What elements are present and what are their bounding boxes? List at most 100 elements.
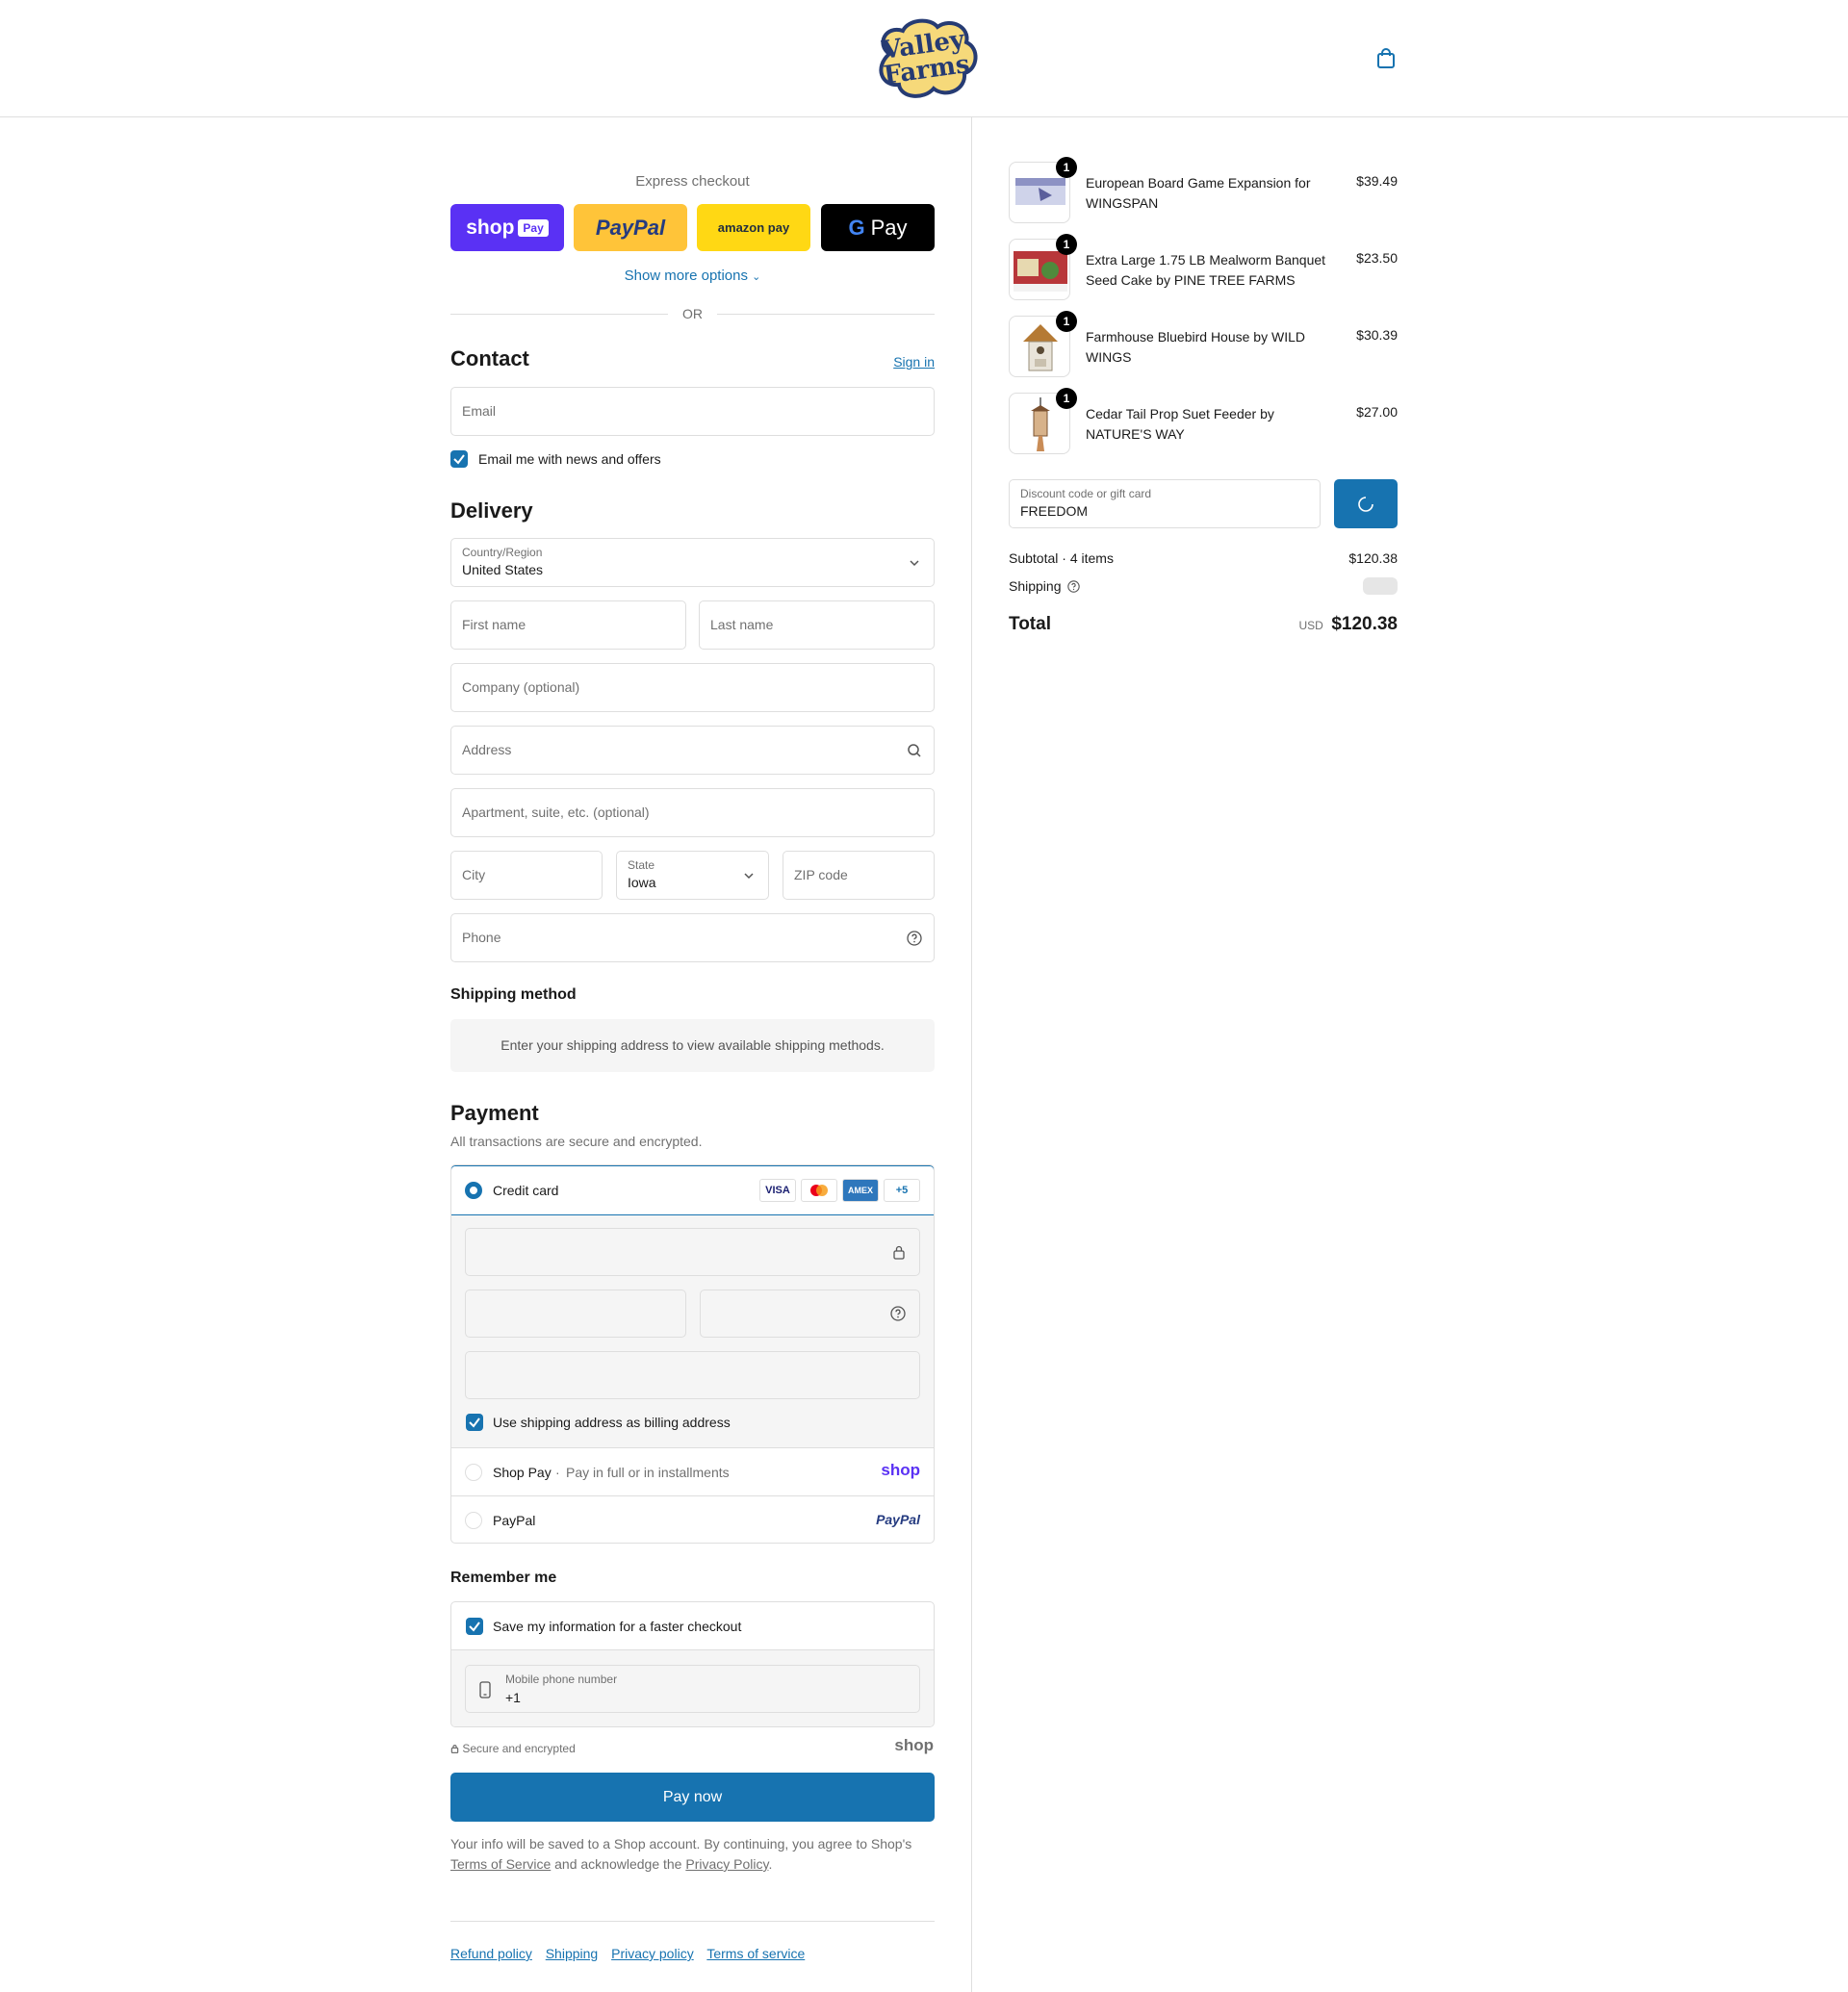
phone-field[interactable]: Phone — [450, 913, 935, 962]
shop-pay-button[interactable]: shop Pay — [450, 204, 564, 251]
mobile-phone-value: +1 — [505, 1690, 521, 1705]
item-price: $23.50 — [1356, 250, 1398, 266]
shopping-bag-icon[interactable] — [1376, 48, 1396, 69]
total-value: $120.38 — [1331, 614, 1398, 634]
security-code-field[interactable] — [700, 1290, 920, 1338]
column-divider — [971, 117, 972, 1992]
shop-pay-label: Shop Pay — [493, 1465, 552, 1480]
quantity-badge: 1 — [1056, 157, 1077, 178]
remember-me-box: Save my information for a faster checkou… — [450, 1601, 935, 1727]
discount-code-field[interactable]: Discount code or gift card FREEDOM — [1009, 479, 1321, 528]
shop-logo: shop — [881, 1461, 920, 1479]
search-icon — [908, 744, 921, 757]
shipping-method-note: Enter your shipping address to view avai… — [450, 1019, 935, 1072]
credit-card-option[interactable]: Credit card VISA AMEX +5 — [451, 1165, 934, 1215]
privacy-policy-link[interactable]: Privacy policy — [611, 1946, 694, 1961]
header: Valley Farms — [0, 0, 1848, 117]
loading-spinner-icon — [1358, 497, 1373, 512]
newsletter-checkbox[interactable] — [450, 450, 468, 468]
paypal-logo: PayPal — [876, 1512, 920, 1527]
credit-card-radio[interactable] — [465, 1182, 482, 1199]
order-item: 1 Cedar Tail Prop Suet Feeder by NATURE'… — [1009, 388, 1398, 454]
paypal-label: PayPal — [493, 1513, 536, 1528]
city-field[interactable]: City — [450, 851, 603, 900]
apply-discount-button[interactable] — [1334, 479, 1398, 528]
show-more-options-link[interactable]: Show more options ⌄ — [450, 268, 935, 284]
discount-code-label: Discount code or gift card — [1020, 487, 1152, 500]
paypal-radio[interactable] — [465, 1512, 482, 1529]
city-placeholder: City — [462, 867, 486, 882]
footer-links: Refund policy Shipping Privacy policy Te… — [450, 1946, 805, 1961]
shop-pay-logo: shop — [466, 216, 515, 239]
shop-pay-option[interactable]: Shop Pay · Pay in full or in installment… — [451, 1448, 934, 1496]
show-more-label: Show more options — [624, 268, 748, 284]
first-name-placeholder: First name — [462, 617, 526, 632]
country-select[interactable]: Country/Region United States — [450, 538, 935, 587]
shop-footer-logo: shop — [894, 1736, 934, 1754]
card-number-field[interactable] — [465, 1228, 920, 1276]
shop-pay-radio[interactable] — [465, 1464, 482, 1481]
delivery-heading: Delivery — [450, 498, 533, 523]
amazon-pay-button[interactable]: amazon pay — [697, 204, 810, 251]
save-info-row[interactable]: Save my information for a faster checkou… — [451, 1602, 934, 1650]
chevron-down-icon — [744, 873, 754, 880]
store-logo[interactable]: Valley Farms — [870, 15, 980, 100]
google-pay-button[interactable]: G Pay — [821, 204, 935, 251]
subtotal-label: Subtotal · 4 items — [1009, 550, 1114, 566]
mastercard-circles-icon — [810, 1185, 828, 1196]
paypal-button[interactable]: PayPal — [574, 204, 687, 251]
item-price: $39.49 — [1356, 173, 1398, 189]
company-field[interactable]: Company (optional) — [450, 663, 935, 712]
terms-of-service-link[interactable]: Terms of service — [706, 1946, 805, 1961]
expiration-field[interactable] — [465, 1290, 686, 1338]
amazon-pay-logo: amazon pay — [717, 220, 790, 235]
quantity-badge: 1 — [1056, 388, 1077, 409]
state-value: Iowa — [628, 875, 656, 890]
country-value: United States — [462, 562, 544, 577]
state-select[interactable]: State Iowa — [616, 851, 769, 900]
item-name: Cedar Tail Prop Suet Feeder by NATURE'S … — [1086, 406, 1274, 442]
sign-in-link[interactable]: Sign in — [893, 354, 935, 370]
more-cards-badge: +5 — [884, 1179, 920, 1202]
mobile-phone-field[interactable]: Mobile phone number +1 — [465, 1665, 920, 1713]
paypal-option[interactable]: PayPal PayPal — [451, 1496, 934, 1543]
billing-address-checkbox[interactable] — [466, 1414, 483, 1431]
order-item: 1 European Board Game Expansion for WING… — [1009, 157, 1398, 223]
credit-card-label: Credit card — [493, 1183, 559, 1198]
chevron-down-icon: ⌄ — [752, 271, 761, 283]
mobile-phone-icon — [479, 1681, 491, 1698]
shipping-policy-link[interactable]: Shipping — [546, 1946, 599, 1961]
shipping-method-heading: Shipping method — [450, 986, 577, 1003]
shipping-loading-placeholder — [1363, 577, 1398, 595]
save-info-checkbox[interactable] — [466, 1618, 483, 1635]
shop-privacy-link[interactable]: Privacy Policy — [685, 1856, 768, 1872]
amex-text: AMEX — [847, 1186, 873, 1195]
quantity-badge: 1 — [1056, 311, 1077, 332]
zip-field[interactable]: ZIP code — [783, 851, 935, 900]
phone-placeholder: Phone — [462, 930, 501, 945]
last-name-field[interactable]: Last name — [699, 600, 935, 650]
email-field[interactable]: Email — [450, 387, 935, 436]
checkmark-icon — [453, 454, 465, 465]
shop-pay-subtitle: Pay in full or in installments — [566, 1465, 730, 1480]
apartment-field[interactable]: Apartment, suite, etc. (optional) — [450, 788, 935, 837]
name-on-card-field[interactable] — [465, 1351, 920, 1399]
mastercard-icon — [801, 1179, 837, 1202]
visa-icon: VISA — [759, 1179, 796, 1202]
refund-policy-link[interactable]: Refund policy — [450, 1946, 532, 1961]
address-field[interactable]: Address — [450, 726, 935, 775]
pay-now-button[interactable]: Pay now — [450, 1773, 935, 1822]
logo-text: Valley Farms — [864, 8, 985, 107]
item-name: European Board Game Expansion for WINGSP… — [1086, 175, 1311, 211]
help-circle-icon[interactable] — [890, 1306, 906, 1321]
mobile-phone-label: Mobile phone number — [505, 1673, 618, 1686]
shop-terms-link[interactable]: Terms of Service — [450, 1856, 551, 1872]
chevron-down-icon — [910, 560, 919, 567]
first-name-field[interactable]: First name — [450, 600, 686, 650]
country-label: Country/Region — [462, 546, 543, 559]
shop-pay-badge: Pay — [518, 218, 549, 237]
company-placeholder: Company (optional) — [462, 679, 580, 695]
help-circle-icon[interactable] — [1067, 580, 1081, 593]
help-circle-icon[interactable] — [907, 931, 922, 946]
address-placeholder: Address — [462, 742, 512, 757]
